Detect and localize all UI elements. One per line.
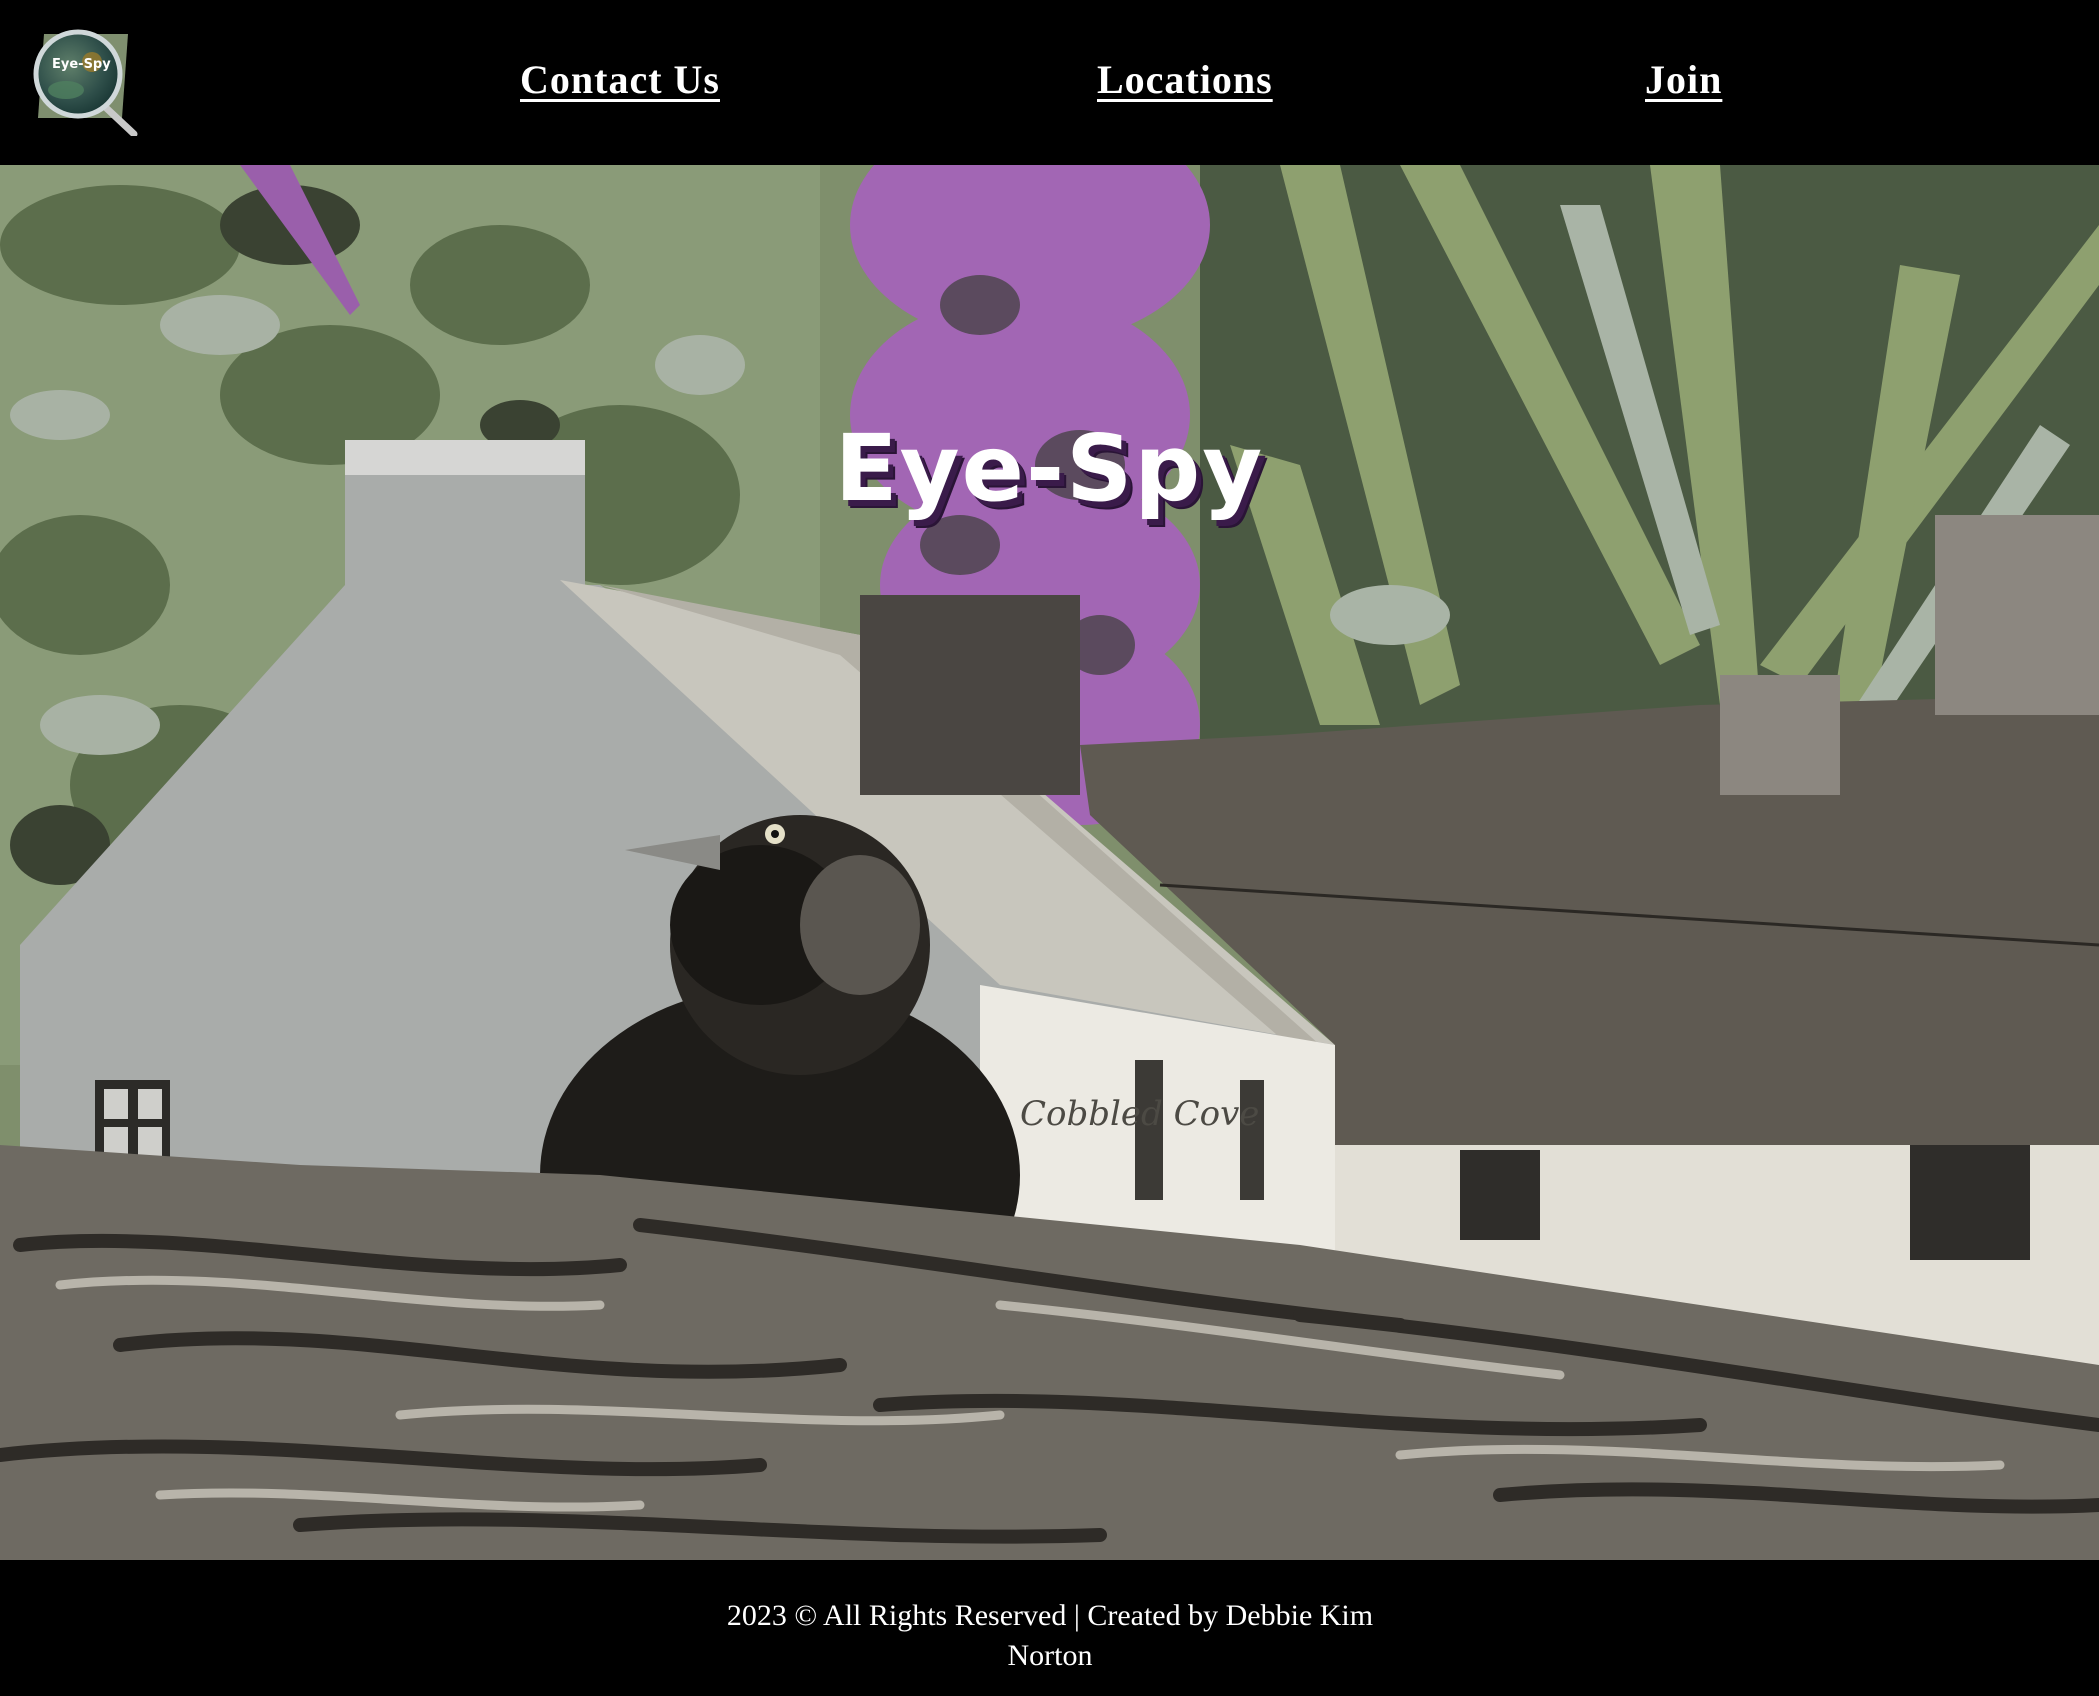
hero-section: Cobbled Cove Eye-Spy <box>0 165 2099 1560</box>
nav-locations-link[interactable]: Locations <box>1097 56 1273 103</box>
hero-image: Cobbled Cove <box>0 165 2099 1560</box>
copyright-text: 2023 © All Rights Reserved | Created by … <box>726 1599 1374 1672</box>
eye-spy-logo-icon[interactable]: Eye-Spy <box>30 26 138 138</box>
hero-title: Eye-Spy <box>834 415 1265 522</box>
site-header: Eye-Spy Contact Us Locations Join <box>0 0 2099 165</box>
nav-contact-us-link[interactable]: Contact Us <box>520 56 720 103</box>
cottage-sign-text: Cobbled Cove <box>1020 1094 1259 1134</box>
logo-text: Eye-Spy <box>52 57 111 72</box>
nav-join-link[interactable]: Join <box>1645 56 1722 103</box>
site-footer: 2023 © All Rights Reserved | Created by … <box>0 1560 2099 1696</box>
